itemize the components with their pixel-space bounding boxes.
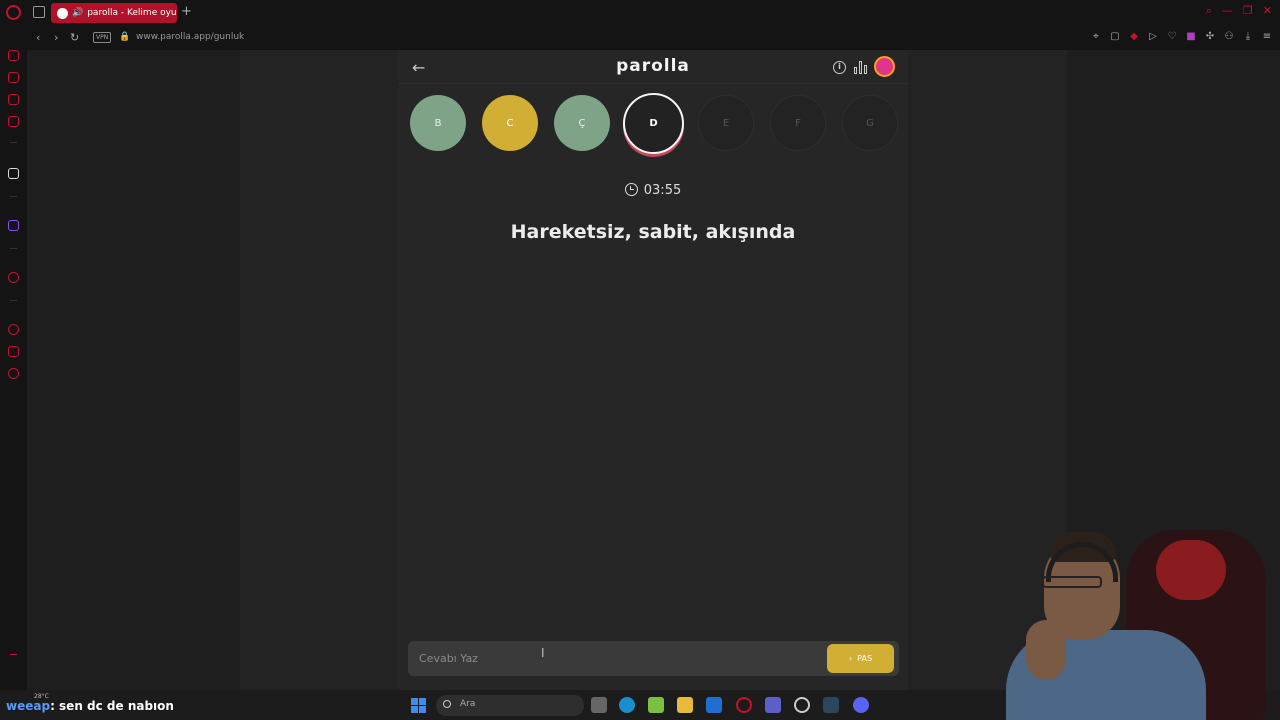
play-icon[interactable]: ▷ <box>1148 31 1158 42</box>
sidebar-player-icon[interactable] <box>8 272 19 283</box>
discord-icon[interactable] <box>853 697 869 713</box>
sidebar-twitch-icon[interactable] <box>8 220 19 231</box>
account-icon[interactable]: ⚇ <box>1224 31 1234 42</box>
sidebar-app-icon[interactable] <box>8 168 19 179</box>
sidebar-extensions-icon[interactable] <box>8 346 19 357</box>
browser-tab-parolla[interactable]: 🔊 parolla - Kelime oyunu <box>51 3 177 23</box>
heart-icon[interactable]: ♡ <box>1167 31 1177 42</box>
answer-bar: › PAS <box>408 641 899 676</box>
sidebar-divider <box>10 196 17 197</box>
vpn-badge[interactable]: VPN <box>93 32 112 43</box>
browser-tab-bar: 🔊 parolla - Kelime oyunu + ⌕ — ❐ ✕ <box>0 0 1280 25</box>
tab-title: parolla - Kelime oyunu <box>87 8 177 18</box>
streamer-hand <box>1026 620 1066 680</box>
minimize-icon[interactable]: — <box>1222 4 1233 18</box>
search-tabs-icon[interactable]: ⌕ <box>1206 4 1212 18</box>
window-controls: ⌕ — ❐ ✕ <box>1206 4 1272 18</box>
question-text: Hareketsiz, sabit, akışında <box>510 221 796 243</box>
copilot-icon[interactable] <box>648 697 664 713</box>
menu-icon[interactable]: ≡ <box>1262 31 1272 42</box>
url-field[interactable]: www.parolla.app/gunluk <box>136 32 244 42</box>
letter-circle-f: F <box>770 95 826 151</box>
back-icon[interactable]: ‹ <box>36 31 40 44</box>
glasses <box>1042 576 1102 588</box>
shield-icon[interactable]: ◆ <box>1129 31 1139 42</box>
timer: 03:55 <box>398 183 908 198</box>
steam-icon[interactable] <box>823 697 839 713</box>
opera-taskbar-icon[interactable] <box>736 697 752 713</box>
chrome-icon[interactable] <box>794 697 810 713</box>
info-icon[interactable]: i <box>833 61 846 74</box>
parolla-favicon-icon <box>57 7 68 19</box>
chat-username: weeap <box>6 699 51 713</box>
sidebar-messenger-icon[interactable] <box>8 116 19 127</box>
lock-icon[interactable]: 🔒 <box>119 32 130 42</box>
webcam-overlay <box>976 520 1280 720</box>
restore-icon[interactable]: ❐ <box>1243 4 1253 18</box>
opera-sidebar <box>0 50 27 690</box>
page-background-left <box>27 50 240 690</box>
sidebar-crypto-icon[interactable] <box>8 94 19 105</box>
timer-value: 03:55 <box>643 183 682 198</box>
sidebar-settings-icon[interactable] <box>8 368 19 379</box>
taskbar-search-label: Ara <box>460 699 476 709</box>
header-divider <box>398 83 908 84</box>
sidebar-history-icon[interactable] <box>8 324 19 335</box>
letter-circle-g: G <box>842 95 898 151</box>
parolla-app: ← parolla i B C Ç D E F G 03:55 Harekets… <box>398 50 908 690</box>
sidebar-more-icon[interactable] <box>10 654 17 655</box>
close-icon[interactable]: ✕ <box>1263 4 1272 18</box>
file-explorer-icon[interactable] <box>677 697 693 713</box>
sidebar-shopping-icon[interactable] <box>8 72 19 83</box>
sidebar-aria-icon[interactable] <box>8 50 19 61</box>
answer-input[interactable] <box>408 641 818 676</box>
opera-logo-icon[interactable] <box>6 5 21 20</box>
letter-circle-d-current: D <box>623 93 684 154</box>
clock-icon <box>624 183 638 196</box>
sidebar-divider <box>10 248 17 249</box>
address-bar: ‹ › ↻ VPN 🔒 www.parolla.app/gunluk ⌖ ▢ ◆… <box>0 25 1280 50</box>
snapshot-icon[interactable]: ▢ <box>1110 31 1120 42</box>
workspaces-icon[interactable] <box>33 6 45 18</box>
text-cursor-icon: I <box>541 646 545 660</box>
edge-icon[interactable] <box>619 697 635 713</box>
download-icon[interactable]: ⤓ <box>1243 31 1253 42</box>
search-icon <box>443 700 451 708</box>
pin-icon[interactable]: ⌖ <box>1091 31 1101 42</box>
chair-accent <box>1156 540 1226 600</box>
twitch-ext-icon[interactable]: ■ <box>1186 31 1196 42</box>
puzzle-icon[interactable]: ✣ <box>1205 31 1215 42</box>
chevron-right-icon: › <box>848 654 853 663</box>
pas-label: PAS <box>857 654 873 663</box>
forward-icon[interactable]: › <box>54 31 58 44</box>
teams-icon[interactable] <box>765 697 781 713</box>
pas-button[interactable]: › PAS <box>827 644 894 673</box>
letter-circle-c: C <box>482 95 538 151</box>
app-logo: parolla <box>616 56 690 76</box>
avatar[interactable] <box>874 56 895 77</box>
sidebar-divider <box>10 142 17 143</box>
letter-track: B C Ç D E F G <box>410 93 900 155</box>
letter-circle-c-cedilla: Ç <box>554 95 610 151</box>
chat-text: : sen dc de nabıon <box>50 699 174 713</box>
outlook-icon[interactable] <box>706 697 722 713</box>
stats-icon[interactable] <box>854 60 868 74</box>
new-tab-button[interactable]: + <box>181 4 192 19</box>
taskbar-search[interactable]: Ara <box>436 695 584 716</box>
sidebar-divider <box>10 300 17 301</box>
windows-start-icon[interactable] <box>411 698 426 713</box>
letter-circle-e: E <box>698 95 754 151</box>
reload-icon[interactable]: ↻ <box>70 31 79 44</box>
speaker-icon[interactable]: 🔊 <box>72 8 83 18</box>
stream-chat-message: weeap: sen dc de nabıon <box>6 699 174 713</box>
task-view-icon[interactable] <box>591 697 607 713</box>
extension-icons: ⌖ ▢ ◆ ▷ ♡ ■ ✣ ⚇ ⤓ ≡ <box>1091 31 1272 42</box>
letter-circle-b: B <box>410 95 466 151</box>
